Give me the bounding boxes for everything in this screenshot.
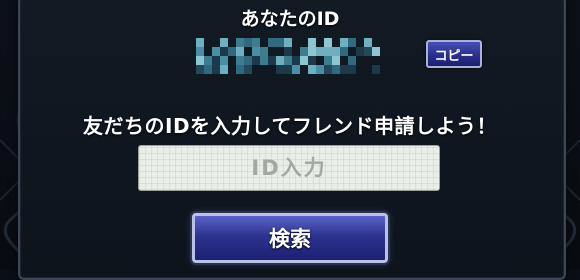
mosaic-tile xyxy=(348,65,356,74)
mosaic-tile xyxy=(356,47,364,56)
mosaic-tile xyxy=(252,56,260,65)
mosaic-tile xyxy=(308,38,316,47)
mosaic-tile xyxy=(244,65,252,74)
mosaic-tile xyxy=(220,38,228,47)
dialog-title: あなたのID xyxy=(240,8,340,30)
mosaic-tile xyxy=(364,47,372,56)
mosaic-tile xyxy=(204,65,212,74)
mosaic-tile xyxy=(292,38,300,47)
mosaic-tile xyxy=(332,47,340,56)
mosaic-tile xyxy=(300,47,308,56)
mosaic-tile xyxy=(372,65,380,74)
mosaic-tile xyxy=(260,65,268,74)
mosaic-tile xyxy=(244,47,252,56)
mosaic-tile xyxy=(292,65,300,74)
mosaic-tile xyxy=(260,38,268,47)
mosaic-tile xyxy=(348,47,356,56)
mosaic-tile xyxy=(364,56,372,65)
mosaic-tile xyxy=(340,56,348,65)
mosaic-tile xyxy=(260,47,268,56)
mosaic-tile xyxy=(220,47,228,56)
mosaic-tile xyxy=(236,47,244,56)
mosaic-tile xyxy=(244,56,252,65)
mosaic-tile xyxy=(196,47,204,56)
mosaic-tile xyxy=(284,38,292,47)
copy-button[interactable]: コピー xyxy=(426,40,482,68)
mosaic-tile xyxy=(316,65,324,74)
friend-request-prompt: 友だちのIDを入力してフレンド申請しよう！ xyxy=(83,114,497,138)
mosaic-tile xyxy=(364,38,372,47)
mosaic-tile xyxy=(292,47,300,56)
mosaic-tile xyxy=(284,47,292,56)
mosaic-tile xyxy=(324,47,332,56)
mosaic-tile xyxy=(204,47,212,56)
mosaic-tile xyxy=(332,56,340,65)
mosaic-tile xyxy=(276,47,284,56)
mosaic-tile xyxy=(300,56,308,65)
mosaic-tile xyxy=(228,47,236,56)
mosaic-tile xyxy=(284,65,292,74)
mosaic-tile xyxy=(364,65,372,74)
mosaic-tile xyxy=(308,47,316,56)
mosaic-tile xyxy=(204,56,212,65)
search-button[interactable]: 検索 xyxy=(192,213,388,263)
mosaic-tile xyxy=(228,65,236,74)
mosaic-tile xyxy=(252,65,260,74)
mosaic-tile xyxy=(260,56,268,65)
mosaic-tile xyxy=(356,56,364,65)
mosaic-tile xyxy=(356,38,364,47)
mosaic-tile xyxy=(212,38,220,47)
mosaic-tile xyxy=(332,38,340,47)
mosaic-tile xyxy=(276,65,284,74)
mosaic-tile xyxy=(372,56,380,65)
mosaic-tile xyxy=(324,56,332,65)
mosaic-tile xyxy=(220,65,228,74)
mosaic-tile xyxy=(324,38,332,47)
mosaic-tile xyxy=(196,56,204,65)
mosaic-tile xyxy=(228,56,236,65)
mosaic-tile xyxy=(300,38,308,47)
mosaic-tile xyxy=(236,56,244,65)
mosaic-tile xyxy=(300,65,308,74)
mosaic-tile xyxy=(252,38,260,47)
mosaic-tile xyxy=(340,65,348,74)
mosaic-tile xyxy=(276,38,284,47)
mosaic-tile xyxy=(228,38,236,47)
mosaic-tile xyxy=(196,38,204,47)
mosaic-tile xyxy=(332,65,340,74)
mosaic-tile xyxy=(292,56,300,65)
mosaic-tile xyxy=(236,65,244,74)
user-id-pixelated xyxy=(196,38,380,74)
mosaic-tile xyxy=(212,56,220,65)
mosaic-tile xyxy=(212,47,220,56)
mosaic-tile xyxy=(276,56,284,65)
mosaic-tile xyxy=(372,38,380,47)
mosaic-tile xyxy=(244,38,252,47)
mosaic-tile xyxy=(268,38,276,47)
mosaic-tile xyxy=(236,38,244,47)
mosaic-tile xyxy=(252,47,260,56)
mosaic-tile xyxy=(268,65,276,74)
mosaic-tile xyxy=(268,56,276,65)
mosaic-tile xyxy=(356,65,364,74)
mosaic-tile xyxy=(220,56,228,65)
mosaic-tile xyxy=(316,38,324,47)
mosaic-tile xyxy=(340,38,348,47)
mosaic-tile xyxy=(316,56,324,65)
id-input-field[interactable] xyxy=(138,145,440,191)
mosaic-tile xyxy=(212,65,220,74)
mosaic-tile xyxy=(308,65,316,74)
mosaic-tile xyxy=(348,38,356,47)
mosaic-tile xyxy=(324,65,332,74)
mosaic-tile xyxy=(204,38,212,47)
mosaic-tile xyxy=(372,47,380,56)
mosaic-tile xyxy=(196,65,204,74)
mosaic-tile xyxy=(340,47,348,56)
mosaic-tile xyxy=(284,56,292,65)
mosaic-tile xyxy=(308,56,316,65)
mosaic-tile xyxy=(268,47,276,56)
mosaic-tile xyxy=(348,56,356,65)
mosaic-tile xyxy=(316,47,324,56)
